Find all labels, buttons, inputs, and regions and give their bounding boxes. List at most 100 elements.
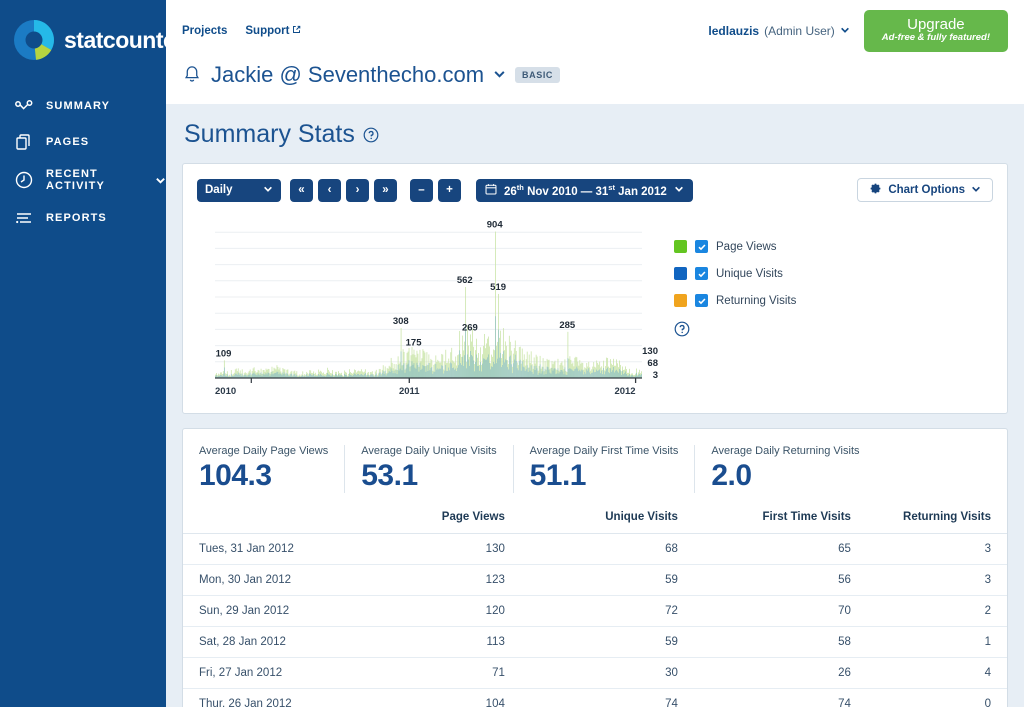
- table-cell-returning-visits: 3: [866, 533, 1007, 566]
- svg-text:130: 130: [642, 346, 658, 357]
- table-cell-first-time-visits: 58: [693, 626, 867, 659]
- last-page-button[interactable]: »: [374, 178, 397, 202]
- average-daily-first-time-visits: Average Daily First Time Visits 51.1: [512, 445, 695, 494]
- chevron-down-icon[interactable]: [493, 67, 506, 83]
- table-cell-returning-visits: 3: [866, 564, 1007, 597]
- column-header-returning-visits[interactable]: Returning Visits: [866, 501, 1007, 535]
- sidebar-item-pages[interactable]: PAGES: [0, 124, 166, 160]
- page-title-row: Summary Stats: [182, 104, 1008, 163]
- next-page-button[interactable]: ›: [346, 178, 369, 202]
- support-link-label: Support: [245, 25, 290, 38]
- page-content: Summary Stats Daily « ‹ › » – + 26th Nov…: [166, 104, 1024, 707]
- zoom-out-button[interactable]: –: [410, 178, 433, 202]
- table-cell-unique-visits: 59: [520, 626, 694, 659]
- projects-link[interactable]: Projects: [182, 25, 227, 37]
- summary-chart[interactable]: 2010 2011 2012 109 308 175 904 562 269 519 285 1306…: [197, 208, 662, 403]
- chart-help[interactable]: [674, 321, 796, 340]
- table-cell-page-views: 104: [347, 688, 521, 707]
- legend-item-page-views[interactable]: Page Views: [674, 240, 796, 254]
- table-row[interactable]: Sun, 29 Jan 2012 120 72 70 2: [183, 595, 1007, 628]
- stats-table: Page Views Unique Visits First Time Visi…: [183, 501, 1007, 707]
- gear-icon: [869, 182, 882, 198]
- support-link[interactable]: Support: [245, 25, 301, 37]
- table-row[interactable]: Tues, 31 Jan 2012 130 68 65 3: [183, 533, 1007, 566]
- date-range-end: 31: [595, 185, 609, 198]
- table-cell-page-views: 123: [347, 564, 521, 597]
- help-icon[interactable]: [363, 127, 379, 143]
- table-cell-first-time-visits: 70: [693, 595, 867, 628]
- column-header-unique-visits[interactable]: Unique Visits: [520, 501, 694, 535]
- chart-legend: Page Views Unique Visits Returning Visit…: [662, 208, 796, 403]
- top-header: Projects Support ledlauzis (Admin User): [166, 0, 1024, 105]
- brand-logo[interactable]: statcounter: [0, 14, 184, 62]
- chevron-down-icon: [263, 184, 273, 197]
- external-link-icon: [292, 25, 301, 37]
- table-row[interactable]: Fri, 27 Jan 2012 71 30 26 4: [183, 657, 1007, 690]
- chevron-down-icon[interactable]: [155, 175, 166, 186]
- svg-text:519: 519: [490, 282, 506, 293]
- chart-body: 2010 2011 2012 109 308 175 904 562 269 519 285 130 6…: [197, 202, 993, 403]
- chart-plot-area[interactable]: 2010 2011 2012 109 308 175 904 562 269 519 285 130 6…: [197, 208, 662, 403]
- svg-text:109: 109: [216, 349, 232, 360]
- table-row[interactable]: Mon, 30 Jan 2012 123 59 56 3: [183, 564, 1007, 597]
- bell-icon[interactable]: [182, 64, 202, 87]
- chart-options-label: Chart Options: [888, 184, 965, 197]
- granularity-select[interactable]: Daily: [197, 178, 281, 202]
- table-cell-date: Fri, 27 Jan 2012: [183, 657, 348, 690]
- table-cell-returning-visits: 2: [866, 595, 1007, 628]
- table-cell-returning-visits: 0: [866, 688, 1007, 707]
- column-header-page-views[interactable]: Page Views: [347, 501, 521, 535]
- table-cell-returning-visits: 4: [866, 657, 1007, 690]
- average-label: Average Daily Page Views: [199, 445, 329, 458]
- legend-label: Returning Visits: [716, 294, 797, 307]
- column-header-first-time-visits[interactable]: First Time Visits: [693, 501, 867, 535]
- table-cell-unique-visits: 74: [520, 688, 694, 707]
- table-cell-date: Sat, 28 Jan 2012: [183, 626, 348, 659]
- legend-checkbox-page-views[interactable]: [695, 240, 708, 254]
- legend-item-returning-visits[interactable]: Returning Visits: [674, 294, 797, 308]
- sidebar-item-recent-activity[interactable]: RECENT ACTIVITY: [0, 160, 166, 200]
- table-row[interactable]: Thur, 26 Jan 2012 104 74 74 0: [183, 688, 1007, 707]
- prev-page-button[interactable]: ‹: [318, 178, 341, 202]
- table-cell-unique-visits: 72: [520, 595, 694, 628]
- date-range-end-sup: st: [608, 182, 615, 192]
- sidebar-item-reports[interactable]: REPORTS: [0, 200, 166, 236]
- legend-checkbox-unique-visits[interactable]: [695, 267, 708, 281]
- legend-swatch-page-views: [674, 240, 687, 254]
- column-header-date[interactable]: [183, 501, 348, 535]
- table-cell-unique-visits: 68: [520, 533, 694, 566]
- svg-text:2010: 2010: [215, 386, 236, 397]
- table-cell-returning-visits: 1: [866, 626, 1007, 659]
- legend-checkbox-returning-visits[interactable]: [695, 294, 708, 308]
- legend-item-unique-visits[interactable]: Unique Visits: [674, 267, 796, 281]
- statcounter-logo-icon: [12, 18, 56, 62]
- plan-badge: BASIC: [515, 67, 561, 84]
- reports-icon: [14, 208, 34, 228]
- zoom-in-button[interactable]: +: [438, 178, 461, 202]
- chart-options-button[interactable]: Chart Options: [857, 178, 993, 203]
- sidebar-item-label: RECENT ACTIVITY: [46, 168, 105, 192]
- sidebar-item-summary[interactable]: SUMMARY: [0, 88, 166, 124]
- sidebar: statcounter SUMMARY PAGES RECENT ACTIVIT…: [0, 0, 184, 707]
- average-daily-returning-visits: Average Daily Returning Visits 2.0: [694, 445, 875, 494]
- upgrade-button[interactable]: Upgrade Ad-free & fully featured!: [863, 10, 1008, 53]
- date-range-picker[interactable]: 26th Nov 2010 — 31st Jan 2012: [476, 178, 693, 202]
- stats-table-body: Tues, 31 Jan 2012 130 68 65 3 Mon, 30 Jan 201…: [183, 533, 1007, 707]
- table-cell-first-time-visits: 65: [693, 533, 867, 566]
- chevron-down-icon: [674, 184, 684, 197]
- calendar-icon: [485, 183, 497, 198]
- first-page-button[interactable]: «: [290, 178, 313, 202]
- site-selector[interactable]: Jackie @ Seventhecho.com BASIC: [182, 52, 1008, 104]
- user-menu[interactable]: ledlauzis (Admin User): [708, 24, 849, 38]
- pages-icon: [14, 132, 34, 152]
- svg-text:285: 285: [559, 320, 576, 331]
- average-label: Average Daily Unique Visits: [361, 445, 497, 458]
- clock-icon: [14, 170, 34, 190]
- stats-table-head: Page Views Unique Visits First Time Visi…: [183, 501, 1007, 535]
- page-title: Summary Stats: [184, 120, 355, 149]
- chart-zoom-buttons: – +: [410, 178, 461, 202]
- site-name: Jackie @ Seventhecho.com: [211, 62, 485, 88]
- date-range-text: 26th Nov 2010 — 31st Jan 2012: [504, 183, 667, 198]
- table-row[interactable]: Sat, 28 Jan 2012 113 59 58 1: [183, 626, 1007, 659]
- chevron-down-icon: [971, 184, 981, 197]
